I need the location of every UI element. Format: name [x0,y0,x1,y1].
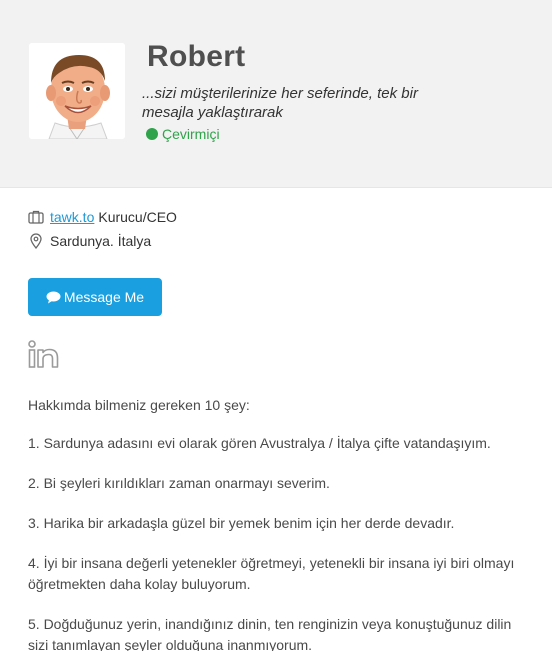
about-item-5: 5. Doğduğunuz yerin, inandığınız dinin, … [28,616,512,651]
about-item-4: 4. İyi bir insana değerli yetenekler öğr… [28,555,515,592]
company-link[interactable]: tawk.to [50,209,94,225]
profile-header: Robert ...sizi müşterilerinize her sefer… [0,0,552,188]
profile-tagline: ...sizi müşterilerinize her seferinde, t… [142,85,418,121]
about-item-2: 2. Bi şeyleri kırıldıkları zaman onarmay… [28,475,330,491]
online-status: Çevirmiçi [146,126,220,142]
message-me-button[interactable]: Message Me [28,278,162,316]
avatar [29,43,125,139]
company-row: tawk.to Kurucu/CEO [28,209,177,225]
profile-page: Robert ...sizi müşterilerinize her sefer… [0,0,552,651]
linkedin-icon[interactable] [28,339,59,369]
location-row: Sardunya. İtalya [28,233,151,249]
status-dot-icon [146,128,158,140]
about-item-1: 1. Sardunya adasını evi olarak gören Avu… [28,435,491,451]
avatar-caricature-image [29,43,125,139]
about-item-3: 3. Harika bir arkadaşla güzel bir yemek … [28,515,455,531]
location-text: Sardunya. İtalya [50,233,152,249]
briefcase-icon [28,209,44,225]
status-label: Çevirmiçi [162,126,220,142]
chat-bubble-icon [46,291,61,304]
profile-name: Robert [147,40,246,73]
role-text: Kurucu/CEO [98,209,177,225]
location-pin-icon [28,233,44,249]
message-me-label: Message Me [63,289,145,305]
about-intro: Hakkımda bilmeniz gereken 10 şey: [28,397,250,413]
